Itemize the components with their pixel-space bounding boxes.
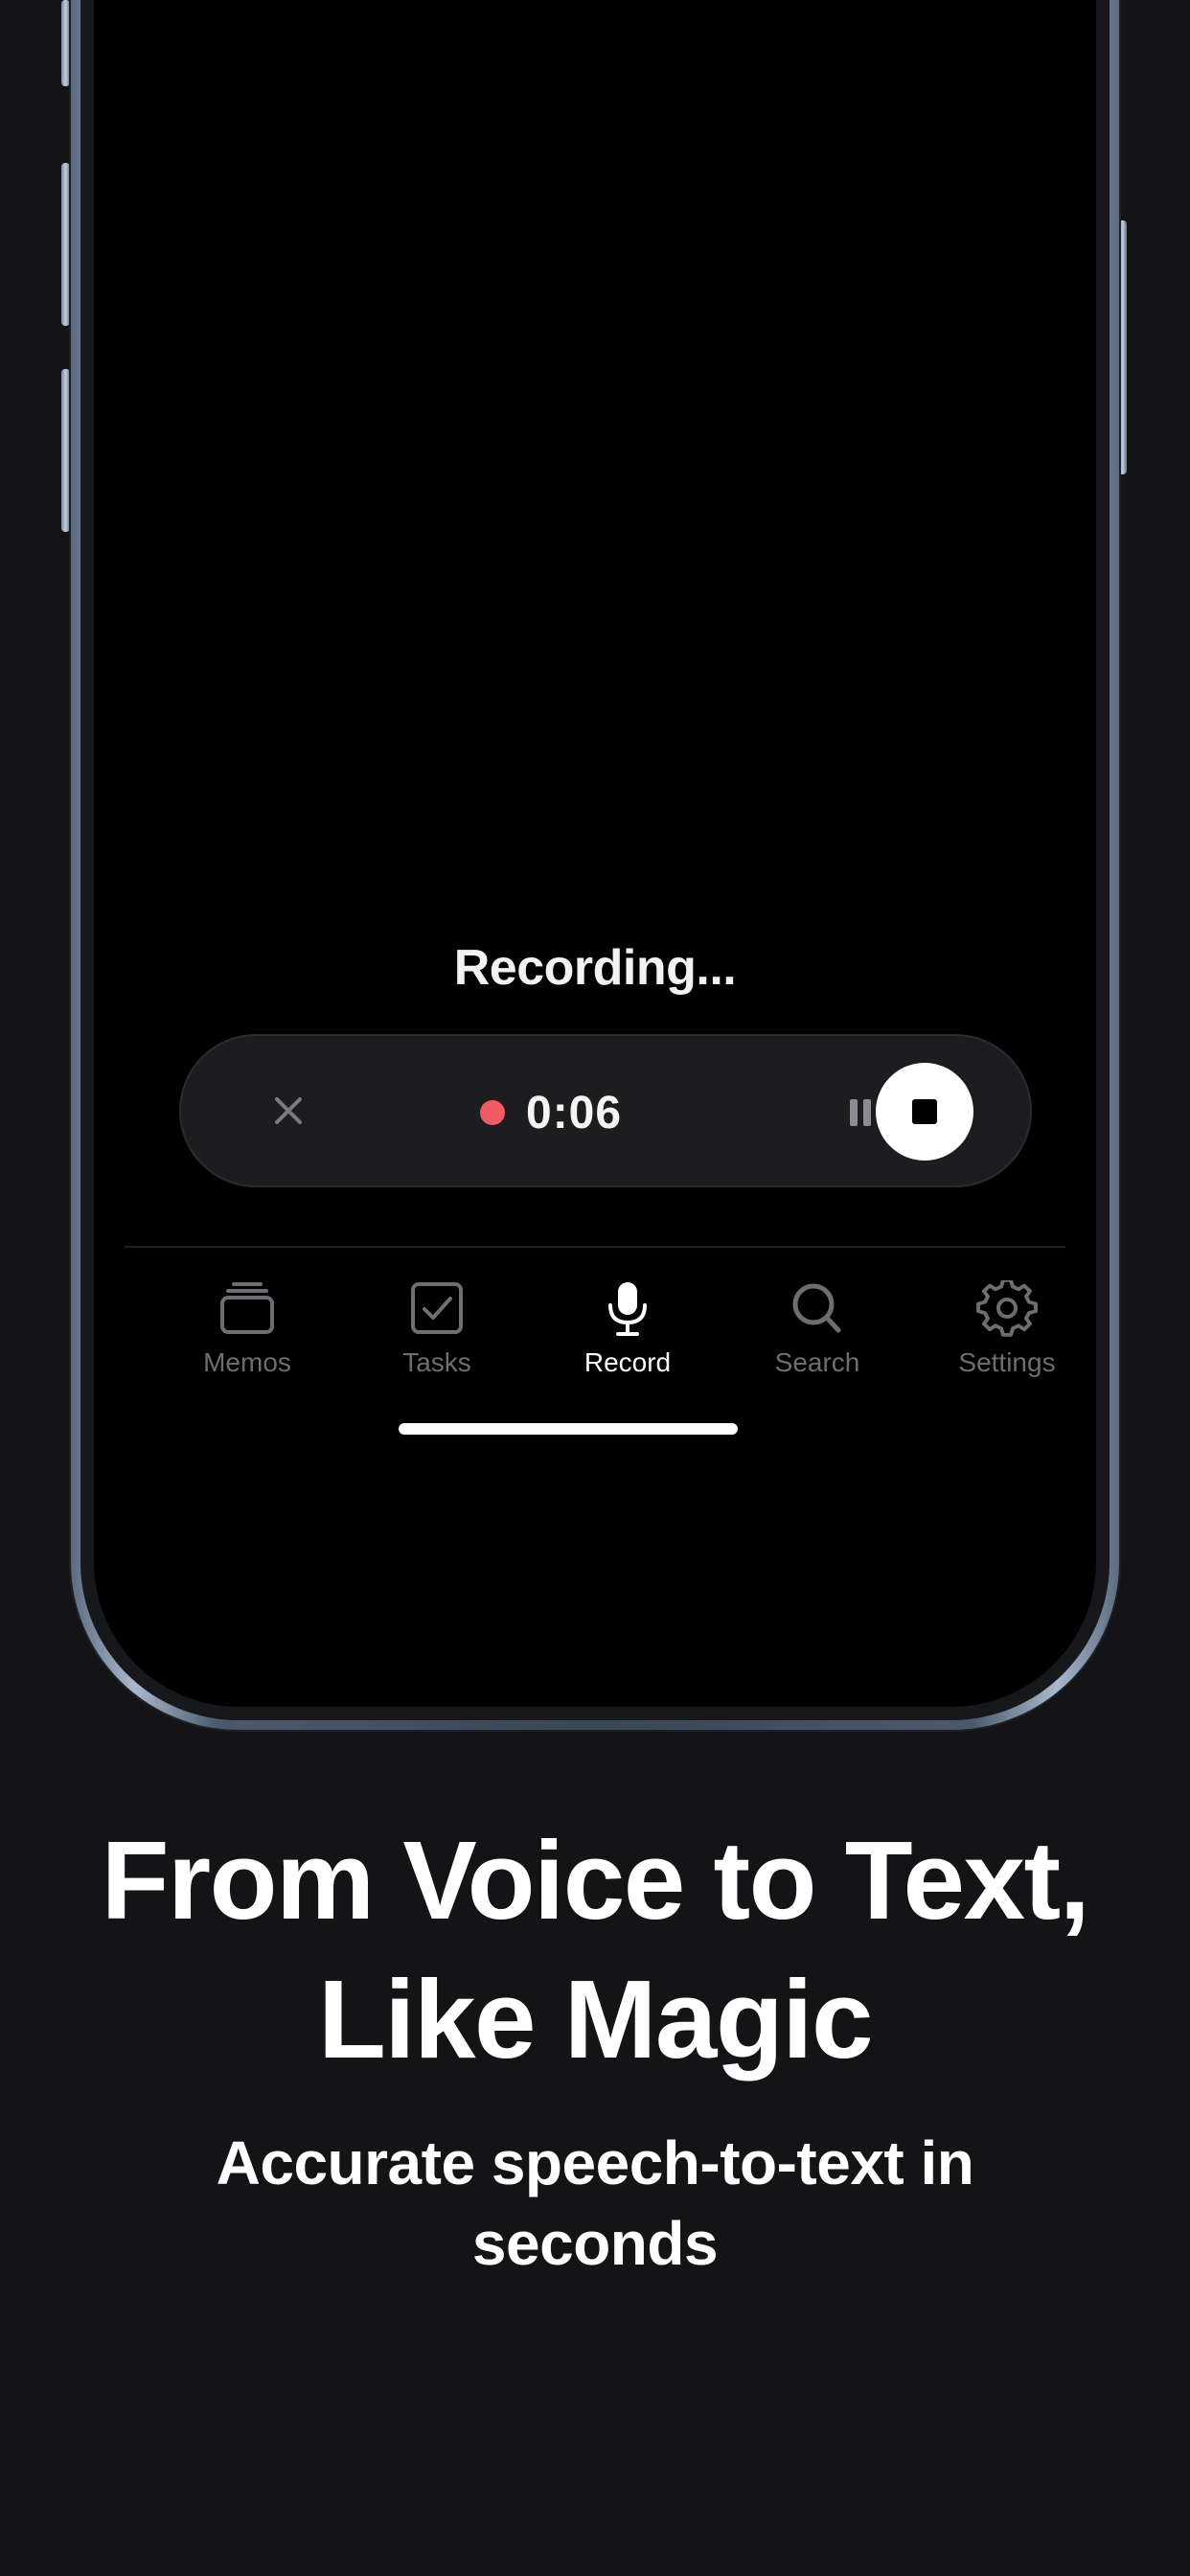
recording-control-bar: 0:06 <box>179 1034 1032 1187</box>
phone-volume-down-button <box>61 369 70 532</box>
gear-icon <box>976 1280 1038 1337</box>
stop-button[interactable] <box>876 1063 973 1161</box>
tab-search[interactable]: Search <box>721 1265 913 1390</box>
phone-screen: Recording... 0:06 Memos Tasks Record Sea… <box>94 0 1096 1707</box>
promo-headline: From Voice to Text, Like Magic <box>0 1811 1190 2089</box>
subheadline-line-1: Accurate speech-to-text in <box>216 2128 974 2197</box>
tabbar-divider <box>125 1246 1065 1248</box>
home-indicator[interactable] <box>399 1423 738 1435</box>
recording-timer: 0:06 <box>480 1084 622 1141</box>
tab-record[interactable]: Record <box>532 1265 723 1390</box>
tab-search-label: Search <box>774 1347 860 1377</box>
pause-icon <box>850 1099 858 1126</box>
tab-settings[interactable]: Settings <box>911 1265 1096 1390</box>
checkbox-icon <box>411 1282 463 1334</box>
stop-icon <box>912 1099 937 1124</box>
phone-silent-switch <box>61 0 70 86</box>
recording-status-label: Recording... <box>453 940 737 996</box>
tab-bar: Memos Tasks Record Search Settings <box>94 1265 1096 1390</box>
microphone-icon <box>608 1282 647 1336</box>
cancel-recording-button[interactable] <box>260 1082 317 1139</box>
tab-memos[interactable]: Memos <box>151 1265 343 1390</box>
timer-text: 0:06 <box>526 1087 623 1138</box>
phone-power-button <box>1118 220 1127 474</box>
tab-memos-label: Memos <box>203 1347 291 1377</box>
phone-frame: Recording... 0:06 Memos Tasks Record Sea… <box>71 0 1119 1730</box>
magnifier-icon <box>792 1283 841 1333</box>
headline-line-1: From Voice to Text, <box>101 1818 1090 1943</box>
tab-tasks-label: Tasks <box>402 1347 471 1377</box>
pause-icon-bar <box>863 1099 871 1126</box>
promo-subheadline: Accurate speech-to-text in seconds <box>115 2123 1075 2284</box>
phone-volume-up-button <box>61 163 70 326</box>
headline-line-2: Like Magic <box>317 1957 874 2082</box>
tab-tasks[interactable]: Tasks <box>341 1265 533 1390</box>
subheadline-line-2: seconds <box>471 2209 719 2278</box>
tab-settings-label: Settings <box>958 1347 1056 1377</box>
stack-icon <box>220 1282 274 1334</box>
close-icon <box>275 1097 302 1124</box>
phone-bezel: Recording... 0:06 Memos Tasks Record Sea… <box>80 0 1110 1720</box>
recording-dot-icon <box>480 1100 505 1125</box>
tab-record-label: Record <box>584 1347 672 1377</box>
waveform-icon <box>460 2369 729 2499</box>
